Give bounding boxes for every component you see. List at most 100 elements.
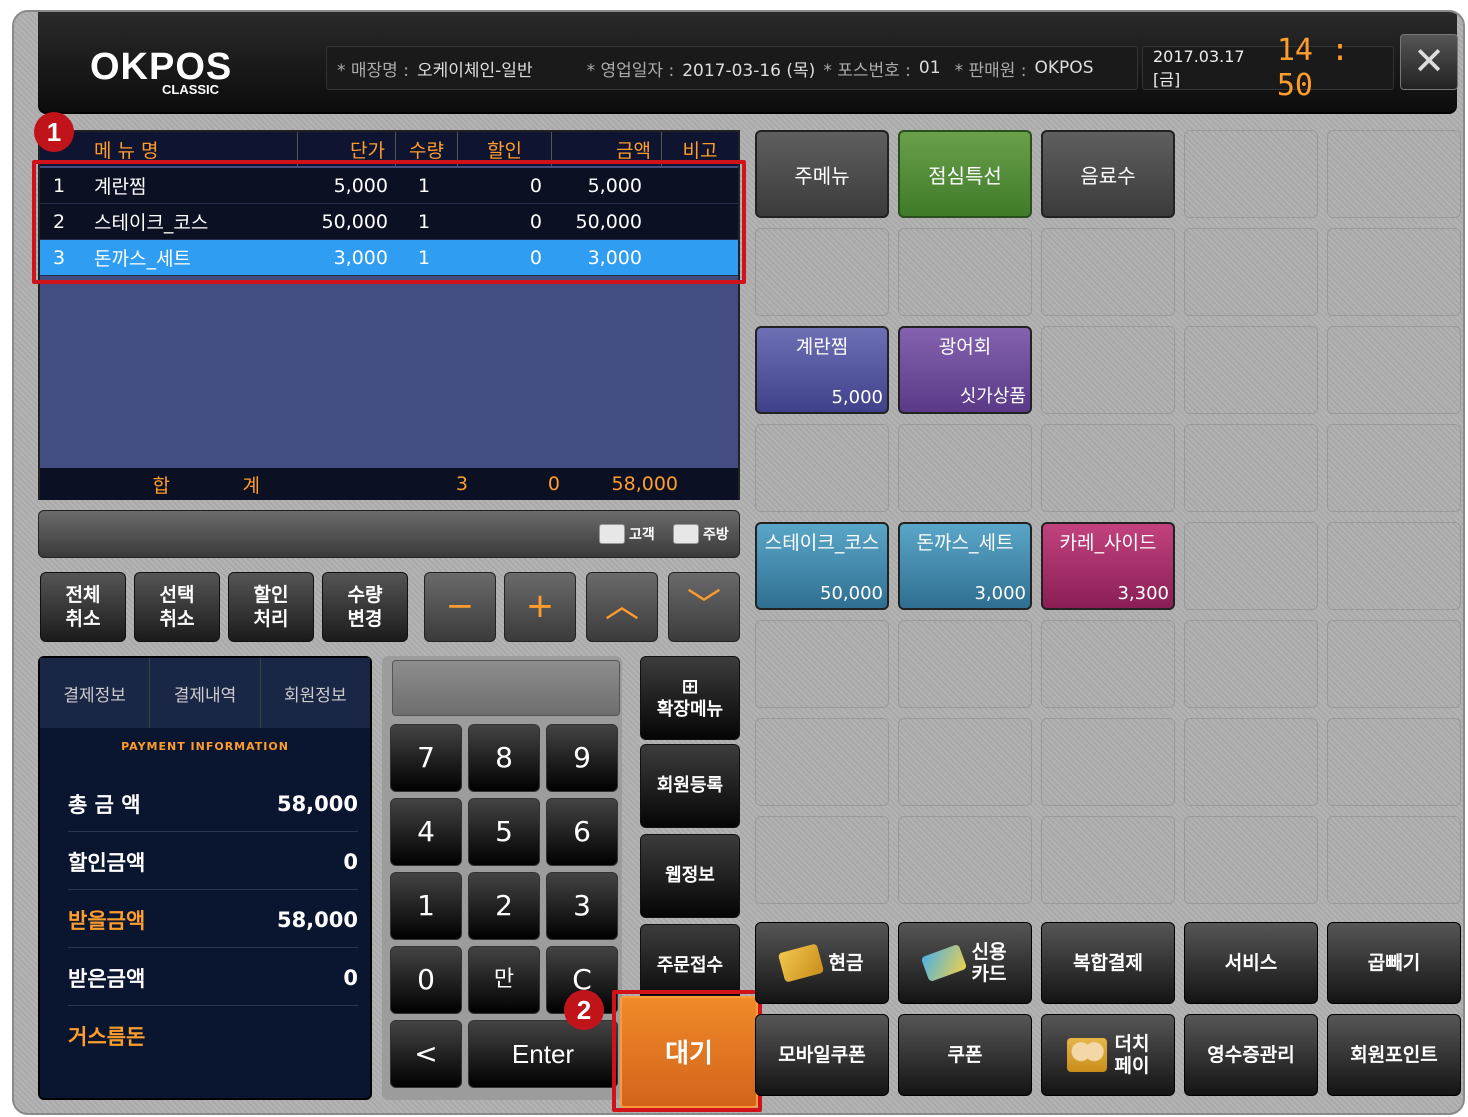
cash-label: 현금 xyxy=(828,952,864,974)
item-name: 돈까스_세트 xyxy=(916,532,1014,554)
menu-item-egg[interactable]: 계란찜 5,000 xyxy=(755,326,889,414)
current-time: 14 : 50 xyxy=(1276,33,1350,103)
empty-slot xyxy=(1041,718,1175,806)
dutch-pay-button[interactable]: 더치 페이 xyxy=(1041,1014,1175,1096)
item-name: 스테이크_코스 xyxy=(764,532,880,554)
discount-button[interactable]: 할인 처리 xyxy=(228,572,314,642)
up-arrow-button[interactable]: ︿ xyxy=(586,572,658,642)
total-discount: 0 xyxy=(547,473,560,495)
empty-slot xyxy=(1327,424,1461,512)
empty-slot xyxy=(1184,522,1318,610)
print-kitchen-label: 주방 xyxy=(703,527,729,543)
complex-payment-button[interactable]: 복합결제 xyxy=(1041,922,1175,1004)
pay-row-received: 받은금액 0 xyxy=(68,950,358,1006)
store-info-bar: * 매장명 : 오케이체인-일반 * 영업일자 : 2017-03-16 (목)… xyxy=(326,46,1138,90)
pay-value: 0 xyxy=(343,849,358,874)
bizdate-label: * 영업일자 : xyxy=(586,60,675,81)
empty-slot xyxy=(1184,620,1318,708)
credit-card-button[interactable]: 신용 카드 xyxy=(898,922,1032,1004)
item-name: 카레_사이드 xyxy=(1059,532,1157,554)
menu-item-steak[interactable]: 스테이크_코스 50,000 xyxy=(755,522,889,610)
empty-slot xyxy=(1327,326,1461,414)
qty-change-button[interactable]: 수량 변경 xyxy=(322,572,408,642)
category-lunch-special[interactable]: 점심특선 xyxy=(898,130,1032,218)
empty-slot xyxy=(1327,816,1461,904)
plus-button[interactable]: + xyxy=(504,572,576,642)
key-7[interactable]: 7 xyxy=(390,724,462,792)
expand-menu-button[interactable]: ⊞ 확장메뉴 xyxy=(640,656,740,740)
printer-icon xyxy=(673,524,699,544)
empty-slot xyxy=(1184,718,1318,806)
dutch-pay-label: 더치 페이 xyxy=(1114,1033,1150,1077)
cancel-all-button[interactable]: 전체 취소 xyxy=(40,572,126,642)
empty-slot xyxy=(1041,424,1175,512)
service-button[interactable]: 서비스 xyxy=(1184,922,1318,1004)
pay-label: 할인금액 xyxy=(68,850,146,875)
menu-item-tonkatsu[interactable]: 돈까스_세트 3,000 xyxy=(898,522,1032,610)
enter-button[interactable]: Enter xyxy=(468,1020,618,1088)
print-kitchen-button[interactable]: 주방 xyxy=(673,517,729,551)
key-5[interactable]: 5 xyxy=(468,798,540,866)
tab-payment-info[interactable]: 결제정보 xyxy=(40,658,151,728)
total-label-2: 계 xyxy=(242,474,260,497)
empty-slot xyxy=(1327,130,1461,218)
member-register-button[interactable]: 회원등록 xyxy=(640,744,740,828)
member-point-button[interactable]: 회원포인트 xyxy=(1327,1014,1461,1096)
double-portion-button[interactable]: 곱빼기 xyxy=(1327,922,1461,1004)
pay-value: 58,000 xyxy=(276,907,358,932)
cancel-selected-button[interactable]: 선택 취소 xyxy=(134,572,220,642)
empty-slot xyxy=(1041,326,1175,414)
empty-slot xyxy=(1184,326,1318,414)
empty-slot xyxy=(1327,620,1461,708)
empty-slot xyxy=(755,228,889,316)
item-price: 50,000 xyxy=(820,583,883,604)
key-6[interactable]: 6 xyxy=(546,798,618,866)
tab-member-info[interactable]: 회원정보 xyxy=(261,658,370,728)
minus-button[interactable]: − xyxy=(424,572,496,642)
key-8[interactable]: 8 xyxy=(468,724,540,792)
highlight-box-order-rows xyxy=(32,160,746,284)
item-name: 계란찜 xyxy=(795,336,849,358)
total-amount: 58,000 xyxy=(611,473,678,495)
pay-row-discount: 할인금액 0 xyxy=(68,834,358,890)
close-button[interactable]: ✕ xyxy=(1400,34,1458,90)
category-main-menu[interactable]: 주메뉴 xyxy=(755,130,889,218)
seller-value: OKPOS xyxy=(1034,58,1094,78)
key-0[interactable]: 0 xyxy=(390,946,462,1014)
category-drinks[interactable]: 음료수 xyxy=(1041,130,1175,218)
key-4[interactable]: 4 xyxy=(390,798,462,866)
key-9[interactable]: 9 xyxy=(546,724,618,792)
current-date: 2017.03.17 [금] xyxy=(1153,46,1245,89)
payment-panel: 결제정보 결제내역 회원정보 PAYMENT INFORMATION 총 금 액… xyxy=(38,656,372,1100)
print-customer-button[interactable]: 고객 xyxy=(599,517,655,551)
empty-slot xyxy=(755,424,889,512)
pay-row-due: 받을금액 58,000 xyxy=(68,892,358,948)
cash-button[interactable]: 현금 xyxy=(755,922,889,1004)
empty-slot xyxy=(898,228,1032,316)
expand-menu-label: 확장메뉴 xyxy=(656,699,724,720)
tab-payment-history[interactable]: 결제내역 xyxy=(150,658,261,728)
empty-slot xyxy=(898,816,1032,904)
backspace-button[interactable]: < xyxy=(390,1020,462,1088)
key-man[interactable]: 만 xyxy=(468,946,540,1014)
key-1[interactable]: 1 xyxy=(390,872,462,940)
down-arrow-button[interactable]: ﹀ xyxy=(668,572,740,642)
menu-item-flatfish[interactable]: 광어회 싯가상품 xyxy=(898,326,1032,414)
key-3[interactable]: 3 xyxy=(546,872,618,940)
bizdate-value: 2017-03-16 (목) xyxy=(682,60,816,81)
empty-slot xyxy=(755,816,889,904)
store-value: 오케이체인-일반 xyxy=(416,60,533,81)
key-2[interactable]: 2 xyxy=(468,872,540,940)
item-price: 3,000 xyxy=(974,583,1026,604)
pos-window: OKPOS CLASSIC * 매장명 : 오케이체인-일반 * 영업일자 : … xyxy=(12,10,1465,1115)
empty-slot xyxy=(898,620,1032,708)
empty-slot xyxy=(1184,424,1318,512)
web-info-button[interactable]: 웹정보 xyxy=(640,834,740,918)
menu-item-curry[interactable]: 카레_사이드 3,300 xyxy=(1041,522,1175,610)
mobile-coupon-button[interactable]: 모바일쿠폰 xyxy=(755,1014,889,1096)
receipt-management-button[interactable]: 영수증관리 xyxy=(1184,1014,1318,1096)
item-price: 3,300 xyxy=(1117,583,1169,604)
coupon-button[interactable]: 쿠폰 xyxy=(898,1014,1032,1096)
numpad-display[interactable] xyxy=(392,660,620,716)
seller-label: * 판매원 : xyxy=(954,60,1027,81)
